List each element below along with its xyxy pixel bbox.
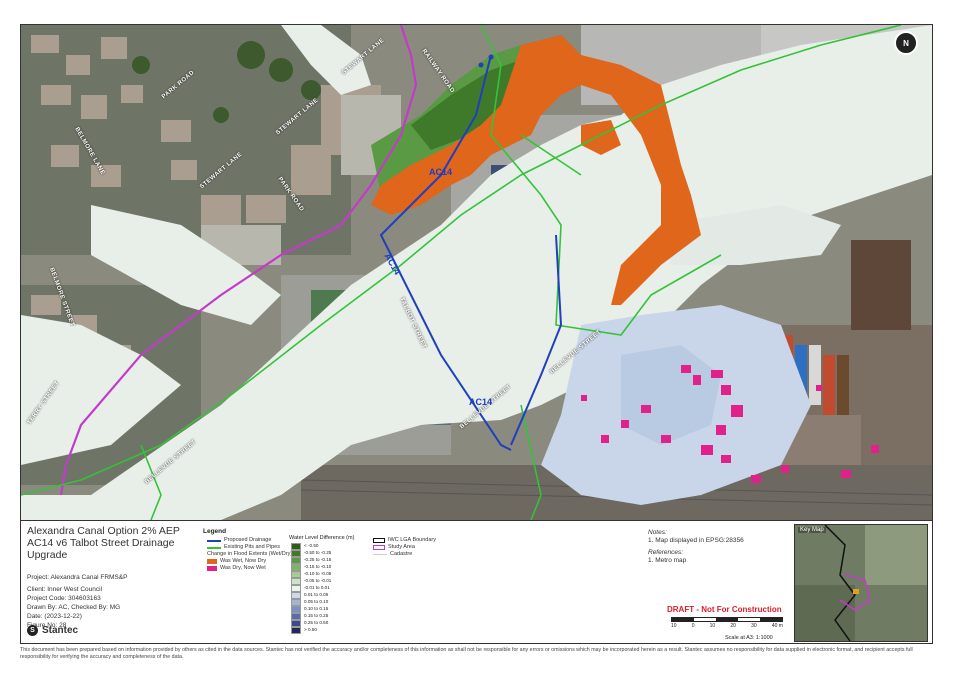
water-level-label: < -0.50 <box>304 543 319 549</box>
water-level-class: > 0.50 <box>291 627 331 634</box>
legend-title: Legend <box>203 528 227 535</box>
water-level-swatch <box>291 578 301 585</box>
water-level-swatch <box>291 543 301 550</box>
map-canvas <box>21 25 932 520</box>
water-level-label: -0.10 to -0.05 <box>304 571 332 577</box>
scale-tick-label: 10 <box>709 623 716 629</box>
stantec-mark-icon: S <box>27 625 38 636</box>
water-level-label: -0.01 to 0.01 <box>304 585 330 591</box>
water-level-class: 0.01 to 0.05 <box>291 592 331 599</box>
water-level-label: 0.10 to 0.15 <box>304 606 329 612</box>
water-level-class: 0.05 to 0.10 <box>291 599 331 606</box>
water-level-class: -0.50 to -0.25 <box>291 550 331 557</box>
project-meta: Project: Alexandra Canal FRMS&P Client: … <box>27 574 128 629</box>
notes-block: Notes: 1. Map displayed in EPSG:28356 Re… <box>648 529 744 564</box>
water-level-label: 0.05 to 0.10 <box>304 599 329 605</box>
scale-text: Scale at A3: 1:1000 <box>725 635 773 641</box>
water-level-class: < -0.50 <box>291 543 331 550</box>
water-level-swatch <box>291 592 301 599</box>
north-arrow-icon: N <box>894 31 918 55</box>
title-panel: Alexandra Canal Option 2% AEP AC14 v6 Ta… <box>21 521 932 645</box>
stantec-logo: S Stantec <box>27 625 78 636</box>
water-level-class: 0.10 to 0.15 <box>291 606 331 613</box>
water-level-label: > 0.50 <box>304 627 317 633</box>
label-ac14-c: AC14 <box>469 397 493 407</box>
water-level-class: 0.15 to 0.25 <box>291 613 331 620</box>
water-level-class: -0.05 to -0.01 <box>291 578 331 585</box>
map-title: Alexandra Canal Option 2% AEP AC14 v6 Ta… <box>27 525 180 561</box>
key-map: Key Map <box>794 524 928 642</box>
water-level-swatch <box>291 627 301 634</box>
water-level-swatch <box>291 585 301 592</box>
water-level-label: -0.15 to -0.10 <box>304 564 332 570</box>
water-level-label: -0.25 to -0.15 <box>304 557 332 563</box>
water-level-swatch <box>291 606 301 613</box>
water-level-swatch <box>291 550 301 557</box>
scale-tick-label: 40 m <box>771 623 783 629</box>
water-level-class: -0.15 to -0.10 <box>291 564 331 571</box>
water-level-class: -0.01 to 0.01 <box>291 585 331 592</box>
label-ac14-a: AC14 <box>429 167 453 177</box>
water-level-label: 0.01 to 0.05 <box>304 592 329 598</box>
scale-bar: 10 0 10 20 30 40 m <box>671 617 783 629</box>
map-frame: STEWART LANE RAILWAY ROAD PARK ROAD BELM… <box>21 25 932 521</box>
scale-tick-label: 30 <box>751 623 757 629</box>
water-level-legend: < -0.50 -0.50 to -0.25 -0.25 to -0.15 -0.15… <box>291 543 331 634</box>
draft-stamp: DRAFT - Not For Construction <box>667 605 782 614</box>
water-level-swatch <box>291 620 301 627</box>
legend-right: IWC LGA Boundary Study Area Cadastre <box>373 537 436 558</box>
map-sheet: STEWART LANE RAILWAY ROAD PARK ROAD BELM… <box>20 24 933 644</box>
scale-tick-label: 20 <box>730 623 736 629</box>
water-level-class: -0.25 to -0.15 <box>291 557 331 564</box>
water-level-label: 0.15 to 0.25 <box>304 613 329 619</box>
water-level-label: 0.25 to 0.50 <box>304 620 329 626</box>
water-level-class: 0.25 to 0.50 <box>291 620 331 627</box>
water-level-class: -0.10 to -0.05 <box>291 571 331 578</box>
water-level-label: -0.05 to -0.01 <box>304 578 332 584</box>
scale-tick-label: 10 <box>671 623 677 629</box>
water-level-swatch <box>291 599 301 606</box>
legend-left: Proposed Drainage Existing Pits and Pipe… <box>207 537 293 571</box>
water-level-swatch <box>291 557 301 564</box>
water-level-swatch <box>291 613 301 620</box>
disclaimer: This document has been prepared based on… <box>20 647 913 660</box>
water-level-swatch <box>291 571 301 578</box>
water-level-swatch <box>291 564 301 571</box>
water-level-label: -0.50 to -0.25 <box>304 550 332 556</box>
water-level-title: Water Level Difference (m) <box>289 535 355 541</box>
scale-tick-label: 0 <box>691 623 695 629</box>
